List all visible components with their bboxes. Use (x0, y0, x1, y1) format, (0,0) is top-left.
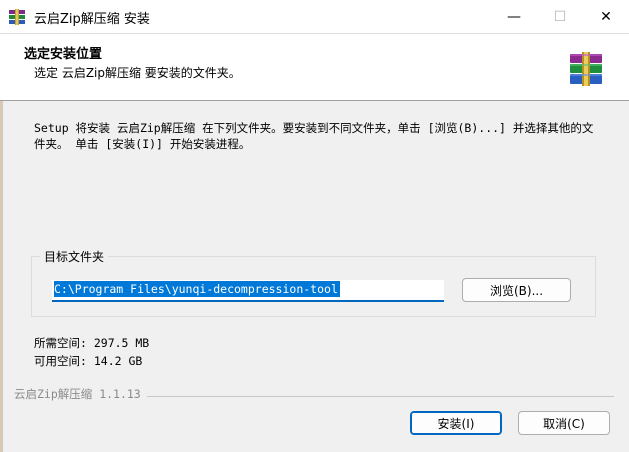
maximize-button[interactable]: ☐ (537, 0, 583, 33)
description-text: Setup 将安装 云启Zip解压缩 在下列文件夹。要安装到不同文件夹，单击 [… (34, 121, 594, 151)
browse-button[interactable]: 浏览(B)... (462, 278, 571, 302)
minimize-icon: — (507, 8, 521, 25)
cancel-button[interactable]: 取消(C) (518, 411, 610, 435)
winrar-books-icon (570, 52, 602, 86)
close-button[interactable]: ✕ (583, 0, 629, 33)
minimize-button[interactable]: — (491, 0, 537, 33)
available-space-label: 可用空间: 14.2 GB (34, 354, 143, 368)
app-icon (9, 9, 25, 25)
page-title: 选定安装位置 (24, 47, 103, 62)
page-header: 选定安装位置 选定 云启Zip解压缩 要安装的文件夹。 (0, 34, 629, 101)
page-subtitle: 选定 云启Zip解压缩 要安装的文件夹。 (34, 66, 241, 80)
destination-group-label: 目标文件夹 (40, 248, 109, 265)
destination-path-input[interactable]: C:\Program Files\yunqi-decompression-too… (52, 280, 444, 302)
title-bar[interactable]: 云启Zip解压缩 安装 — ☐ ✕ (0, 0, 629, 34)
close-icon: ✕ (600, 8, 612, 25)
window-title: 云启Zip解压缩 安装 (34, 12, 150, 27)
install-button[interactable]: 安装(I) (410, 411, 502, 435)
maximize-icon: ☐ (553, 8, 567, 25)
destination-path-value: C:\Program Files\yunqi-decompression-too… (54, 281, 340, 297)
version-label: 云启Zip解压缩 1.1.13 (14, 386, 147, 402)
required-space-label: 所需空间: 297.5 MB (34, 336, 150, 350)
